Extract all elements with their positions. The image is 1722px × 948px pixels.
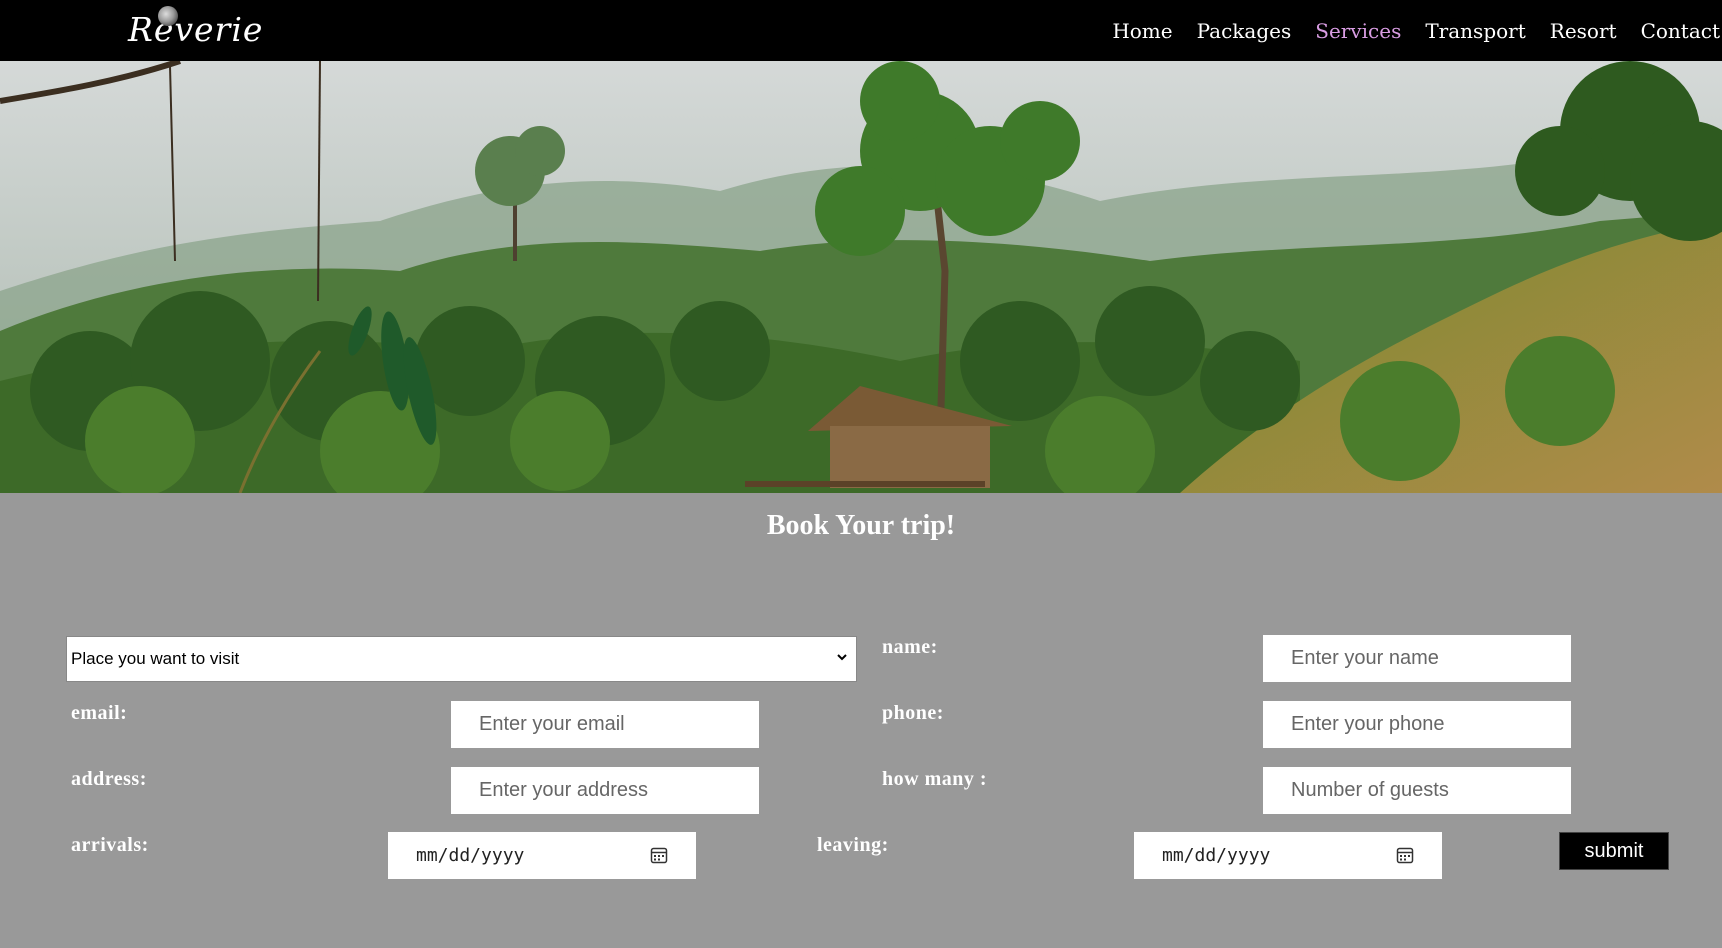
calendar-icon[interactable]: [1396, 846, 1414, 864]
hero-image: [0, 61, 1722, 493]
submit-button[interactable]: submit: [1559, 832, 1669, 870]
calendar-icon[interactable]: [650, 846, 668, 864]
guests-input[interactable]: Number of guests: [1263, 767, 1571, 814]
arrivals-date-value: mm/dd/yyyy: [416, 845, 525, 866]
address-input[interactable]: Enter your address: [451, 767, 759, 814]
nav-transport[interactable]: Transport: [1425, 19, 1525, 43]
chevron-down-icon: [837, 654, 847, 661]
nav-services[interactable]: Services: [1315, 19, 1401, 43]
moon-icon: [158, 6, 178, 26]
arrivals-date-input[interactable]: mm/dd/yyyy: [388, 832, 696, 879]
name-label: name:: [882, 636, 938, 658]
nav-resort[interactable]: Resort: [1550, 19, 1617, 43]
address-label: address:: [71, 768, 147, 790]
phone-label: phone:: [882, 702, 944, 724]
booking-title: Book Your trip!: [766, 510, 956, 541]
email-input[interactable]: Enter your email: [451, 701, 759, 748]
place-select-value: Place you want to visit: [71, 649, 240, 668]
nav-home[interactable]: Home: [1112, 19, 1172, 43]
leaving-date-input[interactable]: mm/dd/yyyy: [1134, 832, 1442, 879]
email-label: email:: [71, 702, 128, 724]
nav-contact[interactable]: Contact: [1641, 19, 1720, 43]
forest-hut-illustration: [0, 61, 1722, 493]
navbar: Reverie Home Packages Services Transport…: [0, 0, 1722, 61]
phone-input[interactable]: Enter your phone: [1263, 701, 1571, 748]
arrivals-label: arrivals:: [71, 834, 149, 856]
main-nav: Home Packages Services Transport Resort …: [1088, 0, 1720, 61]
leaving-label: leaving:: [817, 834, 889, 856]
place-select[interactable]: Place you want to visit: [66, 636, 857, 682]
leaving-date-value: mm/dd/yyyy: [1162, 845, 1271, 866]
brand-logo[interactable]: Reverie: [128, 10, 263, 49]
name-input[interactable]: Enter your name: [1263, 635, 1571, 682]
nav-packages[interactable]: Packages: [1197, 19, 1292, 43]
guests-label: how many :: [882, 768, 988, 790]
